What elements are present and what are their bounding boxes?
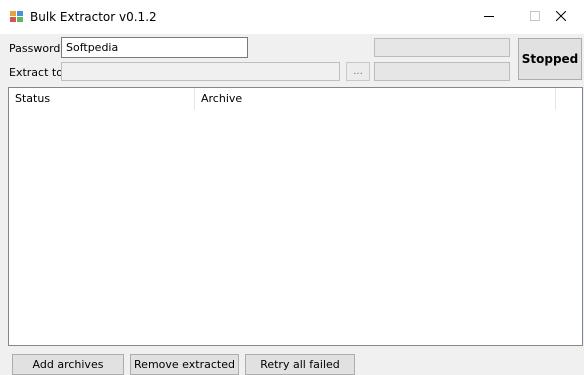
title-bar: Bulk Extractor v0.1.2 [0,0,584,34]
start-stop-button[interactable]: Stopped [518,38,582,80]
password-field[interactable] [61,37,248,58]
minimize-icon [484,11,494,24]
add-archives-button[interactable]: Add archives [12,354,124,375]
minimize-button[interactable] [466,0,512,34]
remove-extracted-button[interactable]: Remove extracted [130,354,239,375]
close-button[interactable] [538,0,584,34]
app-icon [10,11,23,22]
progress-bar-total [374,62,510,81]
extract-to-label: Extract to: [9,66,67,79]
retry-all-failed-button[interactable]: Retry all failed [245,354,355,375]
archive-list[interactable]: Status Archive [8,87,583,346]
progress-bar-current [374,38,510,57]
column-header-archive[interactable]: Archive [195,88,555,110]
browse-button[interactable]: ... [346,62,370,81]
extract-to-field[interactable] [61,62,340,81]
close-icon [555,10,567,24]
column-separator[interactable] [555,88,556,110]
column-header-status[interactable]: Status [9,88,194,110]
password-label: Password: [9,42,65,55]
window-title: Bulk Extractor v0.1.2 [30,10,157,24]
